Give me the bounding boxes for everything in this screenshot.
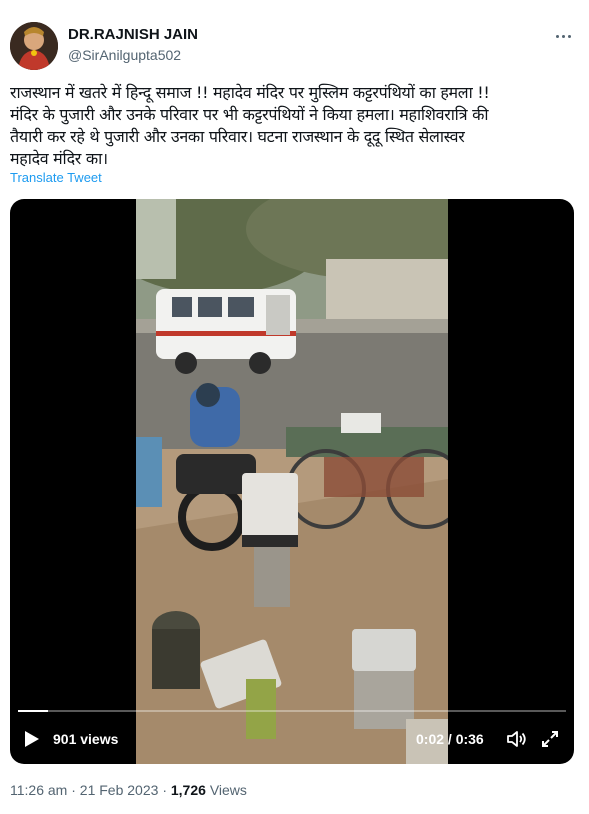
avatar[interactable] (10, 22, 58, 70)
views-label: Views (209, 782, 247, 798)
author-names: DR.RAJNISH JAIN @SirAnilgupta502 (68, 26, 198, 65)
video-views: 901 views (53, 731, 119, 747)
tweet-time[interactable]: 11:26 am (10, 782, 67, 798)
tweet-date[interactable]: 21 Feb 2023 (80, 782, 159, 798)
tweet-meta: 11:26 am · 21 Feb 2023 · 1,726 Views (10, 782, 247, 798)
translate-tweet-link[interactable]: Translate Tweet (10, 170, 102, 185)
user-handle[interactable]: @SirAnilgupta502 (68, 45, 198, 65)
video-controls: 901 views 0:02 / 0:36 (10, 722, 574, 754)
more-icon[interactable] (551, 24, 575, 48)
video-player[interactable]: 901 views 0:02 / 0:36 (10, 199, 574, 764)
display-name[interactable]: DR.RAJNISH JAIN (68, 26, 198, 44)
tweet-text: राजस्थान में खतरे में हिन्दू समाज !! महा… (10, 83, 490, 168)
play-icon[interactable] (24, 730, 40, 748)
views-count: 1,726 (170, 782, 206, 798)
fullscreen-icon[interactable] (541, 730, 559, 748)
video-frame (136, 199, 448, 764)
progress-bar[interactable] (18, 710, 566, 712)
video-time: 0:02 / 0:36 (416, 731, 484, 747)
separator: · (71, 782, 76, 798)
progress-fill (18, 710, 49, 712)
separator: · (162, 782, 167, 798)
volume-icon[interactable] (506, 729, 528, 749)
tweet-header: DR.RAJNISH JAIN @SirAnilgupta502 (10, 20, 579, 72)
tweet-card: DR.RAJNISH JAIN @SirAnilgupta502 राजस्था… (0, 0, 589, 814)
avatar-image (10, 22, 58, 70)
